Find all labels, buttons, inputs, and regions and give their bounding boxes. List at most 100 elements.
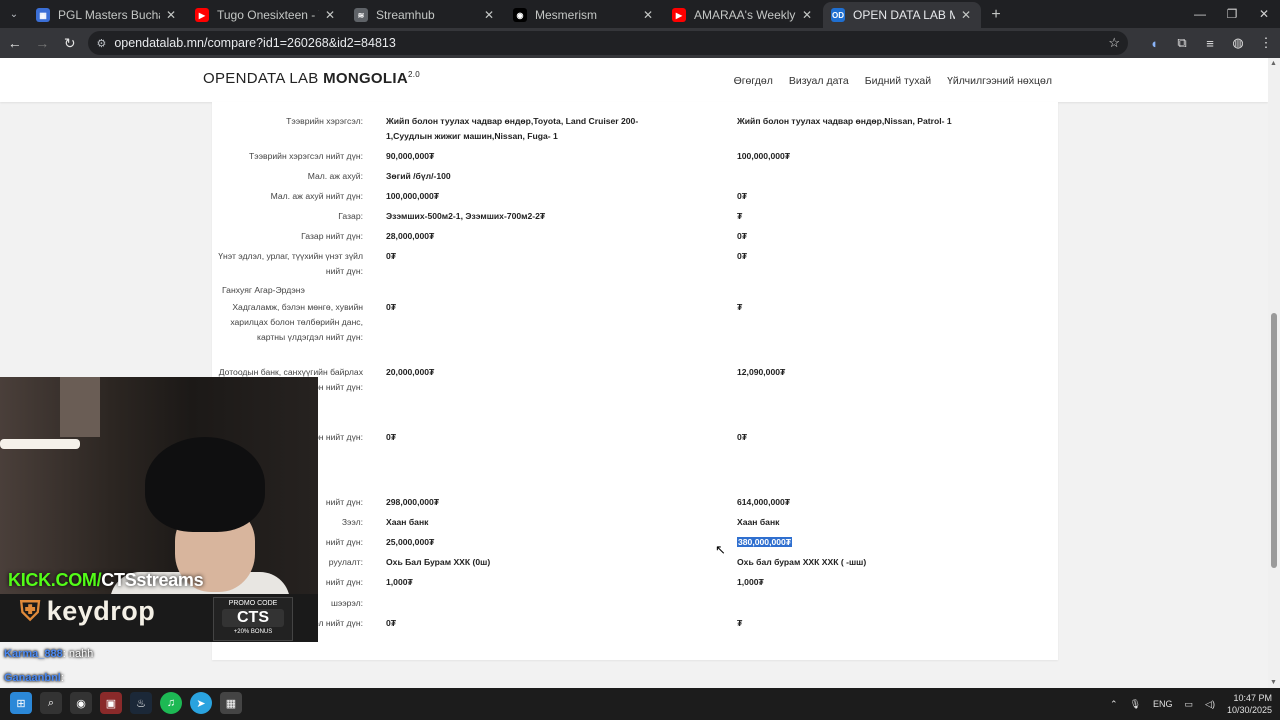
start-windows-icon[interactable]: ⊞ (10, 692, 32, 714)
tab-favicon-icon: OD (831, 8, 845, 22)
nav-link[interactable]: Үйлчилгээний нөхцөл (947, 75, 1052, 87)
value-person-1: 0₮ (386, 618, 397, 628)
kick-channel-name: CTSstreams (101, 570, 204, 590)
value-person-1: 28,000,000₮ (386, 231, 435, 241)
volume-icon[interactable]: ◁) (1205, 699, 1215, 710)
network-icon[interactable]: ▭ (1185, 699, 1194, 710)
kick-prefix: KICK.COM/ (8, 570, 102, 590)
taskbar-apps: ⊞ ⌕ ◉ ▣ ♨ ♫ ➤ ▦ (10, 692, 242, 714)
row-label: Мал. аж ахуй: (307, 171, 363, 181)
value-person-1: 25,000,000₮ (386, 537, 435, 547)
tab-close-icon[interactable]: ✕ (482, 8, 496, 22)
tab-favicon-icon: ◉ (513, 8, 527, 22)
scroll-down-icon[interactable]: ▼ (1270, 679, 1277, 686)
browser-tab[interactable]: ▶ Tugo Onesixteen - YouTube ✕ (187, 2, 345, 28)
clock-date: 10/30/2025 (1226, 705, 1272, 715)
forward-button[interactable]: → (29, 30, 54, 56)
comparison-table: Тээврийн хэрэгсэл: Жийп болон туулах чадв… (212, 102, 1058, 660)
webcam-lamp (0, 439, 80, 449)
mouse-cursor-icon: ↖ (715, 542, 726, 557)
minimize-icon[interactable]: — (1184, 0, 1216, 28)
chat-username: Ganaanbnl (4, 672, 61, 684)
value-person-2: ₮ (737, 302, 743, 312)
site-info-icon[interactable]: ⚙ (96, 37, 106, 50)
value-person-2: ₮ (737, 618, 743, 628)
telegram-icon[interactable]: ➤ (190, 692, 212, 714)
value-person-2: 0₮ (737, 251, 748, 261)
clock[interactable]: 10:47 PM 10/30/2025 (1227, 692, 1272, 716)
sponsor-name: keydrop (46, 596, 156, 626)
tab-close-icon[interactable]: ✕ (164, 8, 178, 22)
tab-title: AMARAA's Weekly Show (Episo (694, 8, 796, 22)
calculator-icon[interactable]: ▦ (220, 692, 242, 714)
tab-favicon-icon: ▦ (36, 8, 50, 22)
tab-title: Streamhub (376, 8, 435, 22)
site-header: OPENDATA LAB MONGOLIA2.0 Өгөгдөл Визуал д… (0, 58, 1268, 102)
tab-favicon-icon: ▶ (672, 8, 686, 22)
chat-message: Ganaanbnl: (4, 672, 64, 684)
value-person-2: 380,000,000₮ (737, 535, 1027, 550)
person-name-heading: Ганхуяг Агар-Эрдэнэ (222, 285, 305, 295)
address-bar-row: ← → ↻ ⚙ opendatalab.mn/compare?id1=26026… (0, 28, 1280, 58)
row-label: Хадгаламж, бэлэн мөнгө, хувийн харилцах … (230, 302, 363, 342)
logo-light-text: OPENDATA LAB (203, 70, 324, 87)
new-tab-button[interactable]: + (982, 2, 1010, 28)
back-button[interactable]: ← (2, 30, 27, 56)
close-window-icon[interactable]: ✕ (1248, 0, 1280, 28)
search-icon[interactable]: ⌕ (40, 692, 62, 714)
extension-icons: ◖ ⧉ ≡ ◍ ⋮ (1140, 30, 1280, 56)
extensions-puzzle-icon[interactable]: ⧉ (1168, 30, 1196, 56)
url-text: opendatalab.mn/compare?id1=260268&id2=84… (114, 36, 396, 50)
row-label: Газар: (338, 211, 363, 221)
sponsor-logo: ⛨ keydrop (20, 596, 155, 628)
promo-bonus: +20% BONUS (233, 629, 273, 635)
microphone-icon[interactable]: 🎙 (1130, 699, 1141, 710)
page-scrollbar[interactable]: ▲ ▼ (1268, 58, 1280, 688)
tab-title: PGL Masters Bucharest 2025 c (58, 8, 160, 22)
webcam-overlay: KICK.COM/CTSstreams ⛨ keydrop PROMO CODE … (0, 377, 318, 642)
browser-tab[interactable]: OD OPEN DATA LAB MONGOLIA ✕ (823, 2, 981, 28)
show-hidden-icons-icon[interactable]: ⌃ (1110, 699, 1118, 710)
value-person-1: 90,000,000₮ (386, 151, 435, 161)
nav-link[interactable]: Өгөгдөл (734, 75, 773, 87)
browser-tab[interactable]: ▶ AMARAA's Weekly Show (Episo ✕ (664, 2, 822, 28)
value-person-1: 20,000,000₮ (386, 367, 435, 377)
kick-channel-banner: KICK.COM/CTSstreams (8, 570, 204, 591)
reload-button[interactable]: ↻ (57, 30, 82, 56)
tab-close-icon[interactable]: ✕ (641, 8, 655, 22)
scrollbar-thumb[interactable] (1271, 313, 1277, 568)
nav-link[interactable]: Визуал дата (789, 75, 849, 87)
browser-tab[interactable]: ▦ PGL Masters Bucharest 2025 c ✕ (28, 2, 186, 28)
streamer-hair (145, 437, 265, 532)
browser-tab[interactable]: ≋ Streamhub ✕ (346, 2, 504, 28)
extension-icon[interactable]: ◖ (1140, 30, 1168, 56)
media-control-icon[interactable]: ≡ (1196, 30, 1224, 56)
obs-icon[interactable]: ◉ (70, 692, 92, 714)
webcam-window (60, 377, 100, 437)
tab-close-icon[interactable]: ✕ (959, 8, 973, 22)
restore-icon[interactable]: ❐ (1216, 0, 1248, 28)
profile-avatar-icon[interactable]: ◍ (1224, 30, 1252, 56)
value-person-2: Хаан банк (737, 517, 780, 527)
bookmark-star-icon[interactable]: ☆ (1108, 35, 1120, 51)
browser-tab[interactable]: ◉ Mesmerism ✕ (505, 2, 663, 28)
menu-kebab-icon[interactable]: ⋮ (1252, 30, 1280, 56)
tab-search-icon[interactable]: ⌄ (0, 0, 28, 28)
steam-icon[interactable]: ♨ (130, 692, 152, 714)
language-indicator[interactable]: ENG (1153, 699, 1173, 709)
value-person-1: Хаан банк (386, 517, 429, 527)
row-label: Үнэт эдлэл, урлаг, түүхийн үнэт зүйл ний… (218, 251, 363, 276)
tab-close-icon[interactable]: ✕ (800, 8, 814, 22)
scroll-up-icon[interactable]: ▲ (1270, 60, 1277, 67)
url-input[interactable]: ⚙ opendatalab.mn/compare?id1=260268&id2=… (88, 31, 1128, 55)
top-navigation: Өгөгдөл Визуал дата Бидний тухай Үйлчилгээн… (734, 75, 1052, 87)
nav-link[interactable]: Бидний тухай (865, 75, 931, 87)
tab-close-icon[interactable]: ✕ (323, 8, 337, 22)
chat-username: Karma_888 (4, 648, 63, 660)
app-red-icon[interactable]: ▣ (100, 692, 122, 714)
value-person-2: 0₮ (737, 432, 748, 442)
row-label: Тээврийн хэрэгсэл: (286, 116, 363, 126)
chat-message: Karma_888: nahh (4, 648, 93, 660)
spotify-icon[interactable]: ♫ (160, 692, 182, 714)
site-logo[interactable]: OPENDATA LAB MONGOLIA2.0 (203, 70, 420, 87)
